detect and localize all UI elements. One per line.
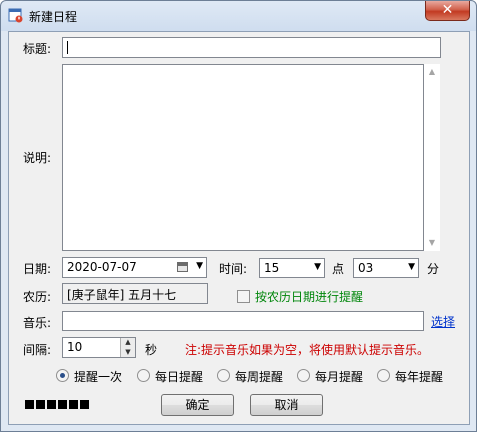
time-label: 时间:: [219, 262, 248, 276]
text-caret: [67, 41, 68, 54]
minute-select[interactable]: 03 ▼: [353, 258, 419, 278]
music-label: 音乐:: [23, 316, 52, 330]
radio-weekly-label[interactable]: 每周提醒: [235, 368, 283, 385]
hour-value: 15: [264, 261, 280, 275]
window-title: 新建日程: [29, 10, 78, 24]
chevron-down-icon[interactable]: ▼: [408, 262, 415, 272]
status-block: [58, 400, 67, 409]
lunar-reminder-label[interactable]: 按农历日期进行提醒: [255, 288, 363, 305]
interval-unit: 秒: [145, 343, 158, 357]
radio-daily-label[interactable]: 每日提醒: [155, 368, 203, 385]
hour-select[interactable]: 15 ▼: [259, 258, 325, 278]
radio-once[interactable]: [56, 369, 69, 382]
title-label: 标题:: [23, 42, 52, 56]
ok-button[interactable]: 确定: [161, 394, 234, 416]
dialog-window: 新建日程 ✕ 标题: 说明: ▲ ▼ 日期: 2020-07-07 ▼ 时间: …: [0, 0, 477, 432]
status-block: [69, 400, 78, 409]
radio-once-label[interactable]: 提醒一次: [74, 368, 122, 385]
minute-value: 03: [358, 261, 374, 275]
scroll-up-icon[interactable]: ▲: [424, 64, 440, 80]
radio-yearly-label[interactable]: 每年提醒: [395, 368, 443, 385]
hour-unit: 点: [332, 262, 345, 276]
radio-monthly[interactable]: [297, 369, 310, 382]
lunar-reminder-checkbox[interactable]: [237, 290, 250, 303]
calendar-app-icon: [8, 8, 23, 23]
date-label: 日期:: [23, 262, 52, 276]
lunar-label: 农历:: [23, 290, 52, 304]
radio-weekly[interactable]: [217, 369, 230, 382]
interval-stepper[interactable]: ▲ ▼: [120, 338, 135, 357]
music-path-input[interactable]: [62, 311, 424, 331]
status-block: [80, 400, 89, 409]
form-panel: 标题: 说明: ▲ ▼ 日期: 2020-07-07 ▼ 时间: 15 ▼ 点 …: [8, 31, 470, 425]
description-textarea[interactable]: [62, 64, 424, 251]
lunar-date-display: [庚子鼠年] 五月十七: [62, 283, 208, 304]
status-block: [36, 400, 45, 409]
music-note: 注:提示音乐如果为空，将使用默认提示音乐。: [185, 343, 430, 357]
title-input[interactable]: [62, 37, 441, 58]
close-button[interactable]: ✕: [425, 1, 470, 21]
chevron-down-icon[interactable]: ▼: [314, 262, 321, 272]
decrement-icon[interactable]: ▼: [121, 348, 135, 358]
status-block: [47, 400, 56, 409]
interval-value: 10: [67, 340, 83, 354]
increment-icon[interactable]: ▲: [121, 338, 135, 348]
date-picker[interactable]: 2020-07-07 ▼: [62, 257, 207, 278]
status-block: [25, 400, 34, 409]
radio-yearly[interactable]: [377, 369, 390, 382]
description-label: 说明:: [23, 151, 52, 165]
interval-spinbox[interactable]: 10 ▲ ▼: [62, 337, 136, 358]
radio-daily[interactable]: [137, 369, 150, 382]
radio-monthly-label[interactable]: 每月提醒: [315, 368, 363, 385]
interval-label: 间隔:: [23, 343, 52, 357]
status-blocks: [25, 398, 91, 412]
minute-unit: 分: [427, 262, 440, 276]
scroll-down-icon[interactable]: ▼: [424, 235, 440, 251]
lunar-value: [庚子鼠年] 五月十七: [67, 288, 177, 302]
dropdown-arrow-icon[interactable]: ▼: [196, 261, 203, 271]
description-scrollbar[interactable]: ▲ ▼: [424, 64, 440, 251]
choose-music-link[interactable]: 选择: [431, 313, 455, 330]
cancel-button[interactable]: 取消: [250, 394, 323, 416]
date-value: 2020-07-07: [67, 260, 137, 274]
title-bar[interactable]: 新建日程 ✕: [1, 1, 476, 31]
close-icon: ✕: [441, 2, 454, 18]
calendar-icon[interactable]: [177, 262, 188, 272]
